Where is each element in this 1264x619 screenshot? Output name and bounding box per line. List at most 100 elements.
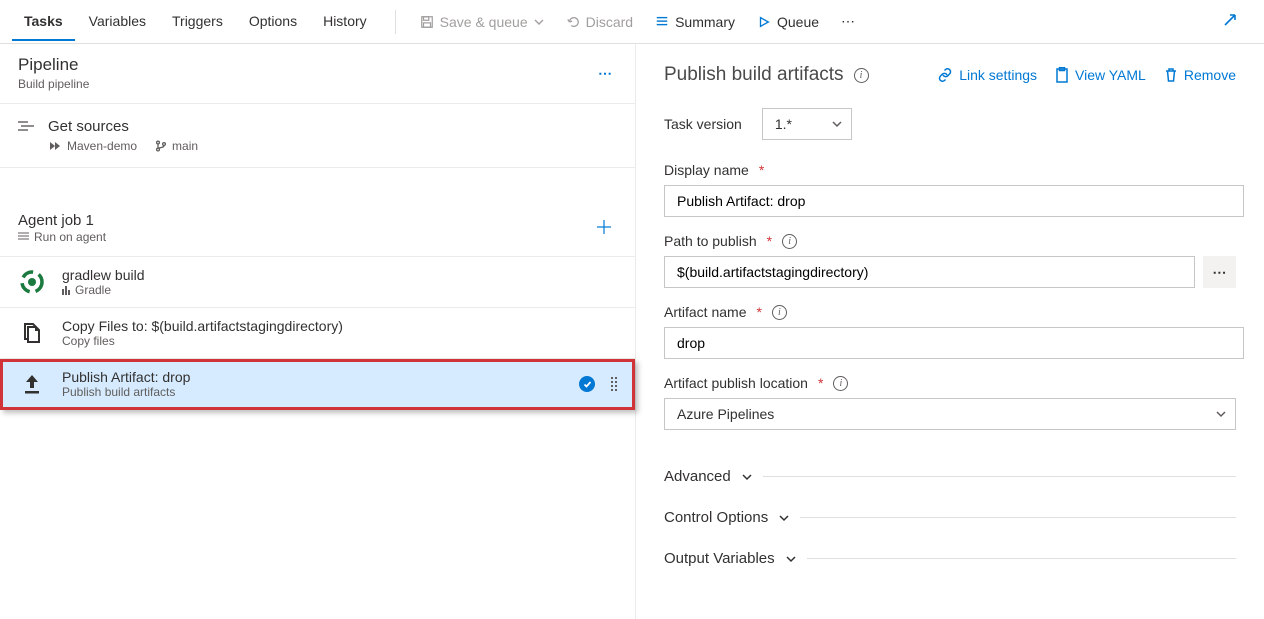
location-value: Azure Pipelines <box>677 406 774 422</box>
link-settings-button[interactable]: Link settings <box>937 67 1037 83</box>
clipboard-icon <box>1055 67 1069 83</box>
top-toolbar: Tasks Variables Triggers Options History… <box>0 0 1264 44</box>
output-variables-label: Output Variables <box>664 550 775 567</box>
summary-button[interactable]: Summary <box>647 10 743 34</box>
tab-triggers[interactable]: Triggers <box>160 3 235 41</box>
tab-tasks[interactable]: Tasks <box>12 3 75 41</box>
agent-title: Agent job 1 <box>18 212 591 229</box>
control-options-label: Control Options <box>664 509 768 526</box>
task-subtitle: Publish build artifacts <box>62 385 563 399</box>
task-detail-panel: Publish build artifacts i Link settings … <box>636 44 1264 619</box>
control-options-section[interactable]: Control Options <box>664 497 1236 538</box>
queue-label: Queue <box>777 14 819 30</box>
chevron-down-icon <box>831 118 843 130</box>
task-row-copy[interactable]: Copy Files to: $(build.artifactstagingdi… <box>0 308 635 359</box>
info-icon[interactable]: i <box>833 376 848 391</box>
display-name-input[interactable] <box>664 185 1244 217</box>
divider <box>395 10 396 34</box>
repo-icon <box>48 140 62 152</box>
required-indicator: * <box>818 375 823 391</box>
add-task-button[interactable] <box>591 214 617 243</box>
detail-title: Publish build artifacts <box>664 64 844 86</box>
get-sources-row[interactable]: Get sources Maven-demo main <box>0 104 635 168</box>
check-icon <box>579 376 595 392</box>
required-indicator: * <box>767 233 772 249</box>
chevron-down-icon <box>741 471 753 483</box>
path-input[interactable] <box>664 256 1195 288</box>
chevron-down-icon <box>785 553 797 565</box>
pipeline-subtitle: Build pipeline <box>18 77 594 91</box>
task-title: Copy Files to: $(build.artifactstagingdi… <box>62 318 617 334</box>
link-icon <box>937 68 953 82</box>
info-icon[interactable]: i <box>854 68 869 83</box>
display-name-label: Display name <box>664 162 749 178</box>
gradle-icon <box>18 268 46 296</box>
required-indicator: * <box>756 304 761 320</box>
info-icon[interactable]: i <box>772 305 787 320</box>
view-yaml-label: View YAML <box>1075 67 1146 83</box>
tab-options[interactable]: Options <box>237 3 309 41</box>
browse-button[interactable]: ⋯ <box>1203 256 1236 288</box>
trash-icon <box>1164 67 1178 83</box>
output-variables-section[interactable]: Output Variables <box>664 538 1236 579</box>
chevron-down-icon <box>534 17 544 27</box>
agent-icon <box>18 232 29 242</box>
save-queue-label: Save & queue <box>440 14 528 30</box>
save-queue-button[interactable]: Save & queue <box>412 10 552 34</box>
drag-handle[interactable] <box>611 377 617 391</box>
branch-name: main <box>155 139 198 153</box>
expand-icon <box>1222 12 1238 28</box>
required-indicator: * <box>759 162 764 178</box>
pipeline-more-button[interactable]: ⋯ <box>594 61 617 86</box>
sources-icon <box>18 120 34 132</box>
pipeline-header[interactable]: Pipeline Build pipeline ⋯ <box>0 44 635 104</box>
get-sources-title: Get sources <box>48 118 198 135</box>
agent-job-row[interactable]: Agent job 1 Run on agent <box>0 198 635 257</box>
expand-button[interactable] <box>1214 8 1246 35</box>
chevron-down-icon <box>778 512 790 524</box>
pipeline-title: Pipeline <box>18 55 594 75</box>
undo-icon <box>566 15 580 29</box>
remove-button[interactable]: Remove <box>1164 67 1236 83</box>
chevron-down-icon <box>1215 408 1227 420</box>
save-icon <box>420 15 434 29</box>
plus-icon <box>595 218 613 236</box>
artifact-name-label: Artifact name <box>664 304 746 320</box>
path-label: Path to publish <box>664 233 757 249</box>
repo-name: Maven-demo <box>48 139 137 153</box>
task-subtitle: Copy files <box>62 334 617 348</box>
summary-label: Summary <box>675 14 735 30</box>
view-yaml-button[interactable]: View YAML <box>1055 67 1146 83</box>
summary-icon <box>655 15 669 29</box>
play-icon <box>757 15 771 29</box>
more-actions-button[interactable]: ⋯ <box>833 9 863 34</box>
advanced-label: Advanced <box>664 468 731 485</box>
task-row-gradle[interactable]: gradlew build Gradle <box>0 257 635 308</box>
upload-icon <box>18 370 46 398</box>
link-settings-label: Link settings <box>959 67 1037 83</box>
discard-button[interactable]: Discard <box>558 10 641 34</box>
copy-files-icon <box>18 319 46 347</box>
task-version-select[interactable]: 1.* <box>762 108 852 140</box>
task-version-value: 1.* <box>775 116 792 132</box>
task-row-publish[interactable]: Publish Artifact: drop Publish build art… <box>0 359 635 410</box>
location-label: Artifact publish location <box>664 375 808 391</box>
queue-button[interactable]: Queue <box>749 10 827 34</box>
artifact-name-input[interactable] <box>664 327 1244 359</box>
location-select[interactable]: Azure Pipelines <box>664 398 1236 430</box>
remove-label: Remove <box>1184 67 1236 83</box>
tab-history[interactable]: History <box>311 3 379 41</box>
task-subtitle: Gradle <box>62 283 617 297</box>
tab-variables[interactable]: Variables <box>77 3 158 41</box>
advanced-section[interactable]: Advanced <box>664 456 1236 497</box>
agent-subtitle: Run on agent <box>18 230 591 244</box>
task-list-panel: Pipeline Build pipeline ⋯ Get sources Ma… <box>0 44 636 619</box>
tab-strip: Tasks Variables Triggers Options History <box>12 3 379 41</box>
info-icon[interactable]: i <box>782 234 797 249</box>
ellipsis-icon: ⋯ <box>841 13 855 30</box>
branch-icon <box>155 140 167 152</box>
task-title: Publish Artifact: drop <box>62 369 563 385</box>
task-version-label: Task version <box>664 116 742 132</box>
task-title: gradlew build <box>62 267 617 283</box>
discard-label: Discard <box>586 14 633 30</box>
